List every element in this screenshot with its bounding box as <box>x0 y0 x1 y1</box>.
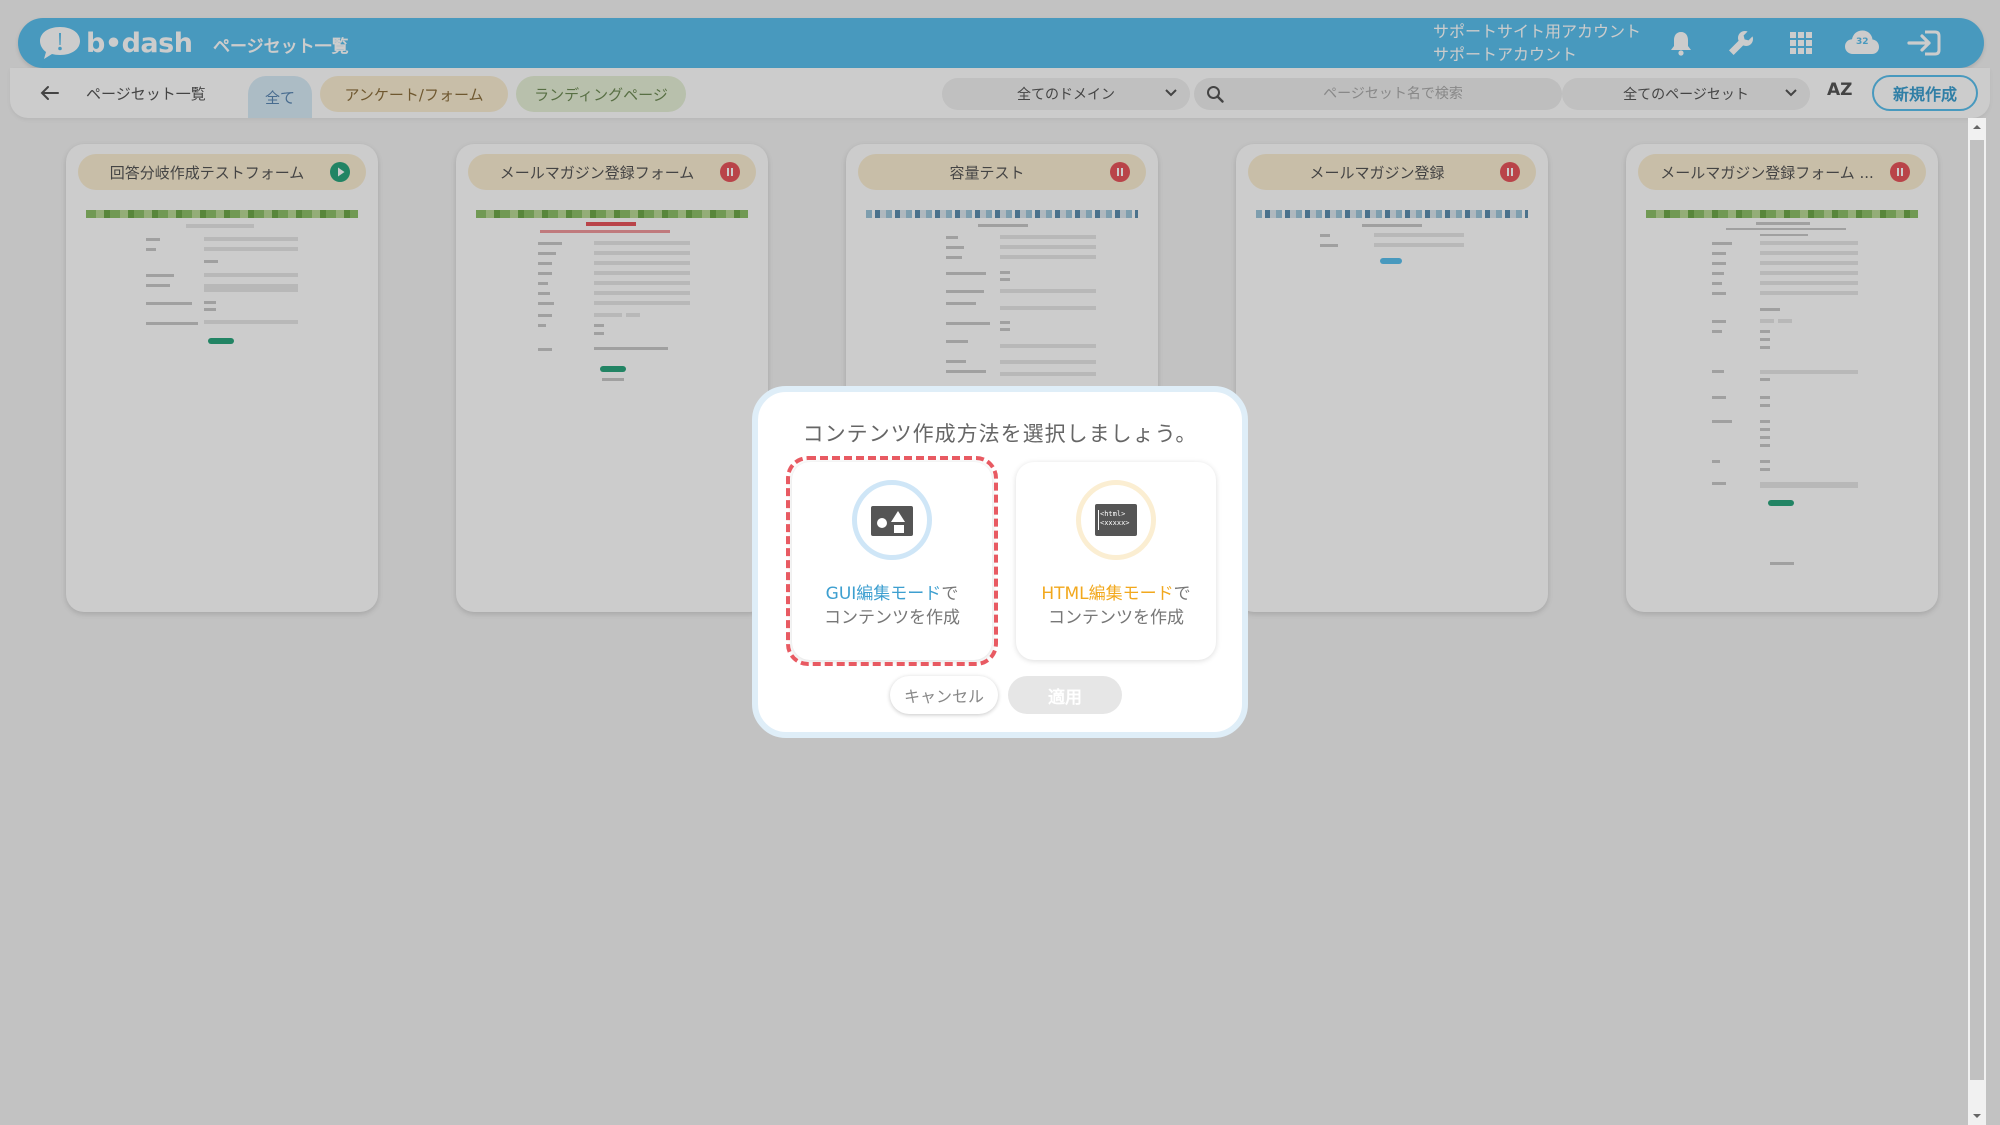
scrollbar-thumb[interactable] <box>1970 140 1984 1080</box>
dialog-title: コンテンツ作成方法を選択しましょう。 <box>802 422 1198 446</box>
scroll-down-icon[interactable] <box>1972 1111 1982 1121</box>
html-code-icon: <html> <xxxxx> <box>1076 480 1156 560</box>
scroll-up-icon[interactable] <box>1972 122 1982 132</box>
apply-button[interactable]: 適用 <box>1008 676 1122 714</box>
svg-text:<xxxxx>: <xxxxx> <box>1100 519 1130 527</box>
html-edit-mode-option[interactable]: <html> <xxxxx> HTML編集モードで コンテンツを作成 <box>1016 462 1216 660</box>
content-mode-dialog: コンテンツ作成方法を選択しましょう。 GUI編集モードで コンテンツを作成 <h… <box>752 386 1248 738</box>
gui-option-line2: コンテンツを作成 <box>824 608 960 628</box>
gui-option-text: GUI編集モードで コンテンツを作成 <box>792 582 992 630</box>
svg-text:<html>: <html> <box>1100 510 1125 518</box>
html-option-line2: コンテンツを作成 <box>1048 608 1184 628</box>
html-option-text: HTML編集モードで コンテンツを作成 <box>1016 582 1216 630</box>
html-mode-label: HTML編集モード <box>1041 584 1174 604</box>
gui-suffix: で <box>941 584 959 604</box>
gui-mode-label: GUI編集モード <box>825 584 942 604</box>
gui-shapes-icon <box>852 480 932 560</box>
scrollbar[interactable] <box>1968 118 1986 1125</box>
app: b•dash ページセット一覧 サポートサイト用アカウント サポートアカウント … <box>0 0 2000 1125</box>
cancel-button[interactable]: キャンセル <box>890 676 998 714</box>
gui-edit-mode-option[interactable]: GUI編集モードで コンテンツを作成 <box>792 462 992 660</box>
html-suffix: で <box>1173 584 1191 604</box>
